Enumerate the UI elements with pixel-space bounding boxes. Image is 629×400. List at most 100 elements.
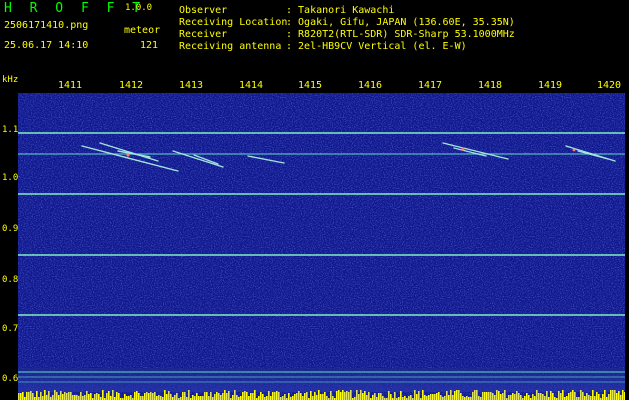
- info-value-antenna: : 2el-HB9CV Vertical (el. E-W): [286, 41, 467, 52]
- info-label-receiver: Receiver: [179, 29, 228, 40]
- noise-bar: [500, 394, 502, 400]
- noise-bar: [362, 393, 364, 400]
- noise-bar: [478, 396, 480, 400]
- noise-bar: [52, 395, 54, 400]
- noise-bar: [134, 392, 136, 400]
- noise-bar: [428, 395, 430, 400]
- noise-bar: [562, 390, 564, 400]
- noise-bar: [192, 395, 194, 400]
- noise-bar: [236, 395, 238, 400]
- noise-bar: [618, 391, 620, 400]
- noise-bar: [610, 390, 612, 400]
- noise-bar: [344, 392, 346, 400]
- noise-bar: [160, 396, 162, 400]
- noise-bar: [56, 392, 58, 400]
- app-brand: H R O F F T: [4, 1, 146, 16]
- noise-bar: [82, 396, 84, 400]
- noise-bar: [96, 393, 98, 400]
- noise-bar: [298, 391, 300, 400]
- noise-bar: [68, 392, 70, 400]
- noise-bar: [458, 390, 460, 400]
- info-label-antenna: Receiving antenna: [179, 41, 282, 52]
- noise-bar: [142, 396, 144, 400]
- noise-bar: [124, 394, 126, 400]
- noise-bar: [226, 393, 228, 400]
- noise-bar: [176, 393, 178, 400]
- noise-bar: [474, 390, 476, 400]
- y-tick-0-8: 0.8: [2, 275, 19, 285]
- noise-bar: [348, 392, 350, 400]
- noise-bar: [74, 395, 76, 400]
- noise-bar: [574, 392, 576, 400]
- noise-bar: [18, 393, 20, 400]
- noise-bar: [244, 391, 246, 400]
- noise-bar: [30, 391, 32, 400]
- noise-bar: [404, 396, 406, 400]
- noise-bar: [148, 393, 150, 400]
- noise-bar: [20, 393, 22, 400]
- noise-bar: [218, 393, 220, 400]
- noise-bar: [260, 392, 262, 400]
- noise-bar: [436, 393, 438, 400]
- noise-bar: [128, 396, 130, 400]
- noise-bar: [182, 392, 184, 400]
- noise-bar: [214, 394, 216, 400]
- noise-bar: [36, 391, 38, 400]
- noise-bar: [198, 396, 200, 400]
- noise-bar: [224, 390, 226, 400]
- noise-bar: [400, 391, 402, 400]
- noise-bar: [248, 396, 250, 400]
- noise-bar: [592, 390, 594, 400]
- noise-bar: [272, 392, 274, 400]
- noise-bar: [372, 395, 374, 400]
- noise-bar: [58, 395, 60, 400]
- noise-bar: [240, 396, 242, 400]
- noise-bar: [568, 393, 570, 400]
- noise-bar: [204, 392, 206, 400]
- noise-bar: [314, 392, 316, 400]
- noise-bar: [90, 393, 92, 400]
- info-value-location: : Ogaki, Gifu, JAPAN (136.60E, 35.35N): [286, 17, 515, 28]
- noise-bar: [492, 393, 494, 400]
- noise-bar: [456, 390, 458, 400]
- noise-bar: [304, 393, 306, 400]
- noise-bar: [538, 393, 540, 400]
- x-tick-1415: 1415: [298, 80, 323, 91]
- noise-bar: [438, 392, 440, 400]
- noise-bar: [624, 392, 625, 400]
- noise-bar: [418, 391, 420, 400]
- noise-bar: [462, 396, 464, 400]
- noise-bar: [78, 396, 80, 400]
- noise-bar: [60, 391, 62, 400]
- noise-bar: [26, 392, 28, 400]
- noise-bar: [550, 391, 552, 400]
- y-tick-1-0: 1.0: [2, 173, 19, 183]
- noise-bar: [62, 394, 64, 400]
- noise-bar: [188, 390, 190, 400]
- x-tick-1414: 1414: [239, 80, 264, 91]
- noise-bar: [570, 392, 572, 400]
- noise-bar: [246, 392, 248, 400]
- noise-bar: [440, 395, 442, 400]
- noise-bar: [448, 395, 450, 400]
- noise-bar: [54, 390, 56, 400]
- info-value-receiver: : R820T2(RTL-SDR) SDR-Sharp 53.1000MHz: [286, 29, 515, 40]
- noise-bar: [288, 393, 290, 400]
- noise-bar: [582, 392, 584, 400]
- app-version: 1.0.0: [125, 3, 153, 13]
- noise-bar: [426, 396, 428, 400]
- noise-bar: [282, 396, 284, 400]
- y-tick-1-1: 1.1: [2, 125, 19, 135]
- noise-bar: [168, 391, 170, 400]
- noise-bar: [326, 396, 328, 400]
- noise-bar: [532, 394, 534, 400]
- noise-bar: [40, 392, 42, 400]
- noise-bar: [482, 392, 484, 400]
- spectrogram-noise: [18, 93, 625, 400]
- x-tick-1419: 1419: [538, 80, 563, 91]
- noise-bar: [476, 390, 478, 400]
- noise-bar: [174, 395, 176, 400]
- noise-bar: [22, 392, 24, 400]
- noise-bar: [496, 390, 498, 400]
- header-panel: H R O F F T 1.0.0 2506171410.png 25.06.1…: [0, 0, 629, 72]
